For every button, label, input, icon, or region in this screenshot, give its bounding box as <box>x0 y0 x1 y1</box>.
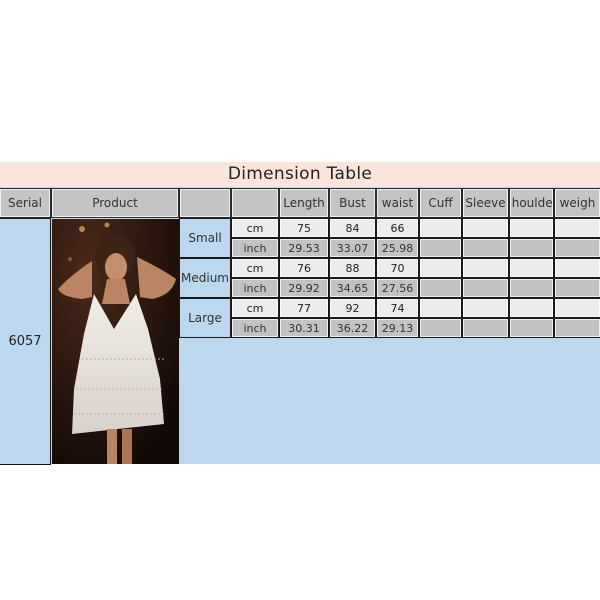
header-sleeve: Sleeve <box>462 188 509 218</box>
measurement-cell <box>554 278 600 298</box>
header-weigh: weigh <box>554 188 600 218</box>
product-photo-illustration <box>52 219 179 464</box>
measurement-cell <box>419 258 462 278</box>
measurement-cell: 74 <box>376 298 419 318</box>
unit-label: inch <box>231 318 279 338</box>
measurement-cell <box>509 278 554 298</box>
header-blank-2 <box>179 188 231 218</box>
measurement-cell: 70 <box>376 258 419 278</box>
measurement-cell <box>462 258 509 278</box>
size-label-large: Large <box>179 298 231 338</box>
serial-number: 6057 <box>0 218 51 465</box>
size-label-medium: Medium <box>179 258 231 298</box>
measurement-cell <box>419 238 462 258</box>
measurement-cell <box>419 278 462 298</box>
measurement-cell <box>554 258 600 278</box>
header-cuff: Cuff <box>419 188 462 218</box>
unit-label: cm <box>231 298 279 318</box>
unit-label: inch <box>231 278 279 298</box>
measurement-cell: 92 <box>329 298 376 318</box>
unit-label: cm <box>231 258 279 278</box>
header-blank-3 <box>231 188 279 218</box>
measurement-cell <box>509 238 554 258</box>
header-shoulder: shoulder <box>509 188 554 218</box>
header-bust: Bust <box>329 188 376 218</box>
measurement-cell: 29.13 <box>376 318 419 338</box>
measurement-cell: 75 <box>279 218 329 238</box>
measurement-cell: 29.92 <box>279 278 329 298</box>
measurement-cell: 33.07 <box>329 238 376 258</box>
measurement-cell <box>462 238 509 258</box>
measurement-cell <box>462 218 509 238</box>
measurement-cell <box>509 298 554 318</box>
measurement-cell <box>419 318 462 338</box>
size-label-small: Small <box>179 218 231 258</box>
measurement-cell <box>554 238 600 258</box>
measurement-cell: 88 <box>329 258 376 278</box>
measurement-cell: 66 <box>376 218 419 238</box>
measurement-cell <box>419 218 462 238</box>
product-image <box>52 219 179 464</box>
measurement-cell <box>462 278 509 298</box>
measurement-cell <box>509 218 554 238</box>
measurement-cell <box>462 298 509 318</box>
measurement-cell: 84 <box>329 218 376 238</box>
measurement-cell: 77 <box>279 298 329 318</box>
unit-label: cm <box>231 218 279 238</box>
header-length: Length <box>279 188 329 218</box>
unit-label: inch <box>231 238 279 258</box>
header-product: Product <box>51 188 179 218</box>
measurement-cell <box>554 218 600 238</box>
measurement-cell: 76 <box>279 258 329 278</box>
header-serial: Serial <box>0 188 51 218</box>
measurement-cell <box>554 298 600 318</box>
dimension-table-title: Dimension Table <box>0 162 600 187</box>
measurement-cell: 30.31 <box>279 318 329 338</box>
measurement-cell <box>509 318 554 338</box>
measurement-cell <box>554 318 600 338</box>
measurement-cell: 27.56 <box>376 278 419 298</box>
measurement-cell <box>509 258 554 278</box>
measurement-cell: 29.53 <box>279 238 329 258</box>
measurement-cell: 25.98 <box>376 238 419 258</box>
measurement-cell: 36.22 <box>329 318 376 338</box>
measurement-cell <box>462 318 509 338</box>
measurement-cell <box>419 298 462 318</box>
header-waist: waist <box>376 188 419 218</box>
measurement-cell: 34.65 <box>329 278 376 298</box>
